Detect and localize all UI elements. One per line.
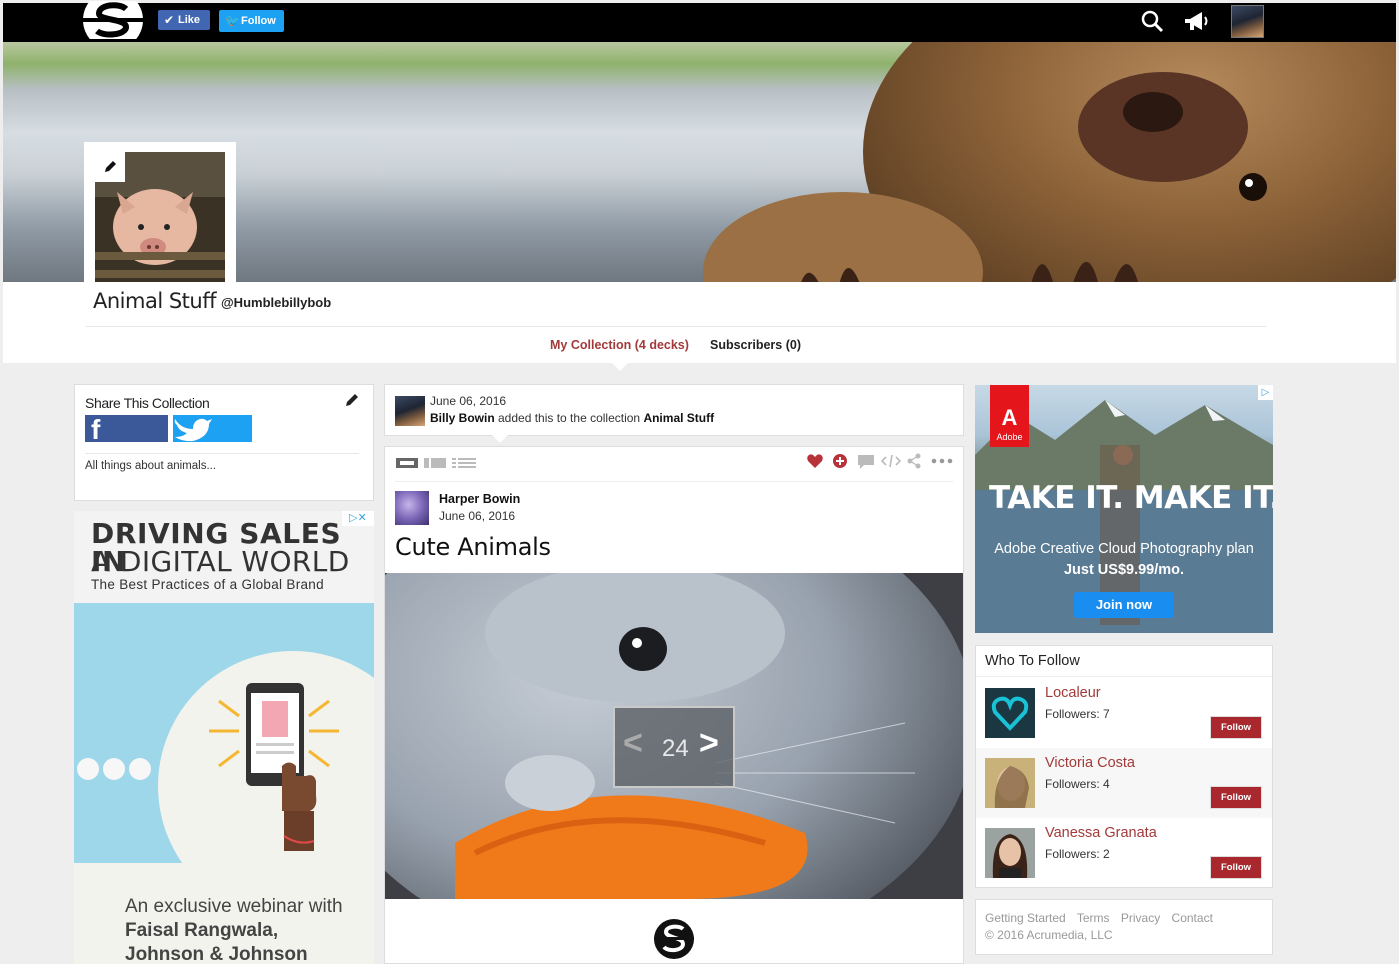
activity-card: [384, 384, 964, 436]
comment-icon: [858, 455, 874, 469]
search-icon[interactable]: [1140, 9, 1164, 33]
deck-actions[interactable]: [806, 452, 956, 470]
user-avatar[interactable]: [1231, 5, 1264, 38]
ad-headline: TAKE IT. MAKE IT.: [989, 480, 1273, 516]
facebook-share-button[interactable]: f: [85, 415, 168, 442]
footer-link-contact[interactable]: Contact: [1172, 911, 1213, 925]
facebook-like-button[interactable]: ✔ Like: [158, 10, 210, 30]
embed-icon: [880, 454, 902, 468]
footer-panel: [975, 899, 1273, 955]
follow-button[interactable]: Follow: [1210, 716, 1262, 739]
author-name[interactable]: Harper Bowin: [439, 492, 520, 506]
share-title: Share This Collection: [85, 395, 210, 411]
edit-cover-button[interactable]: [95, 152, 125, 182]
megaphone-icon[interactable]: [1182, 9, 1210, 33]
footer-links: Getting Started Terms Privacy Contact: [985, 911, 1221, 925]
ad-body-3: Johnson & Johnson: [125, 944, 308, 964]
heart-icon: [807, 454, 823, 468]
twitter-share-button[interactable]: [173, 415, 252, 442]
collection-description: All things about animals...: [85, 460, 217, 472]
footer-link-terms[interactable]: Terms: [1077, 911, 1110, 925]
adobe-brand: Adobe: [996, 432, 1023, 442]
divider: [86, 326, 1266, 327]
active-tab-indicator: [611, 362, 629, 371]
slide-pager: < 24 >: [613, 706, 735, 788]
sloth-photo: [703, 42, 1396, 282]
adobe-logo: A Adobe: [990, 385, 1029, 447]
advertisement-left[interactable]: DRIVING SALES IN A DIGITAL WORLD The Bes…: [74, 511, 374, 964]
actor-avatar[interactable]: [395, 396, 425, 426]
activity-pointer: [492, 435, 508, 443]
pencil-icon[interactable]: [344, 392, 360, 408]
share-icon: [907, 453, 921, 469]
phone-illustration: [209, 683, 339, 851]
adchoices-icon[interactable]: ▷✕: [342, 511, 374, 526]
ad-body-1: An exclusive webinar with: [125, 896, 343, 917]
actor-name[interactable]: Billy Bowin: [430, 411, 495, 425]
user-avatar[interactable]: [985, 688, 1035, 738]
deck-title[interactable]: Cute Animals: [395, 533, 551, 561]
view-mode-toggle[interactable]: [396, 456, 476, 470]
facebook-icon: f: [91, 415, 101, 442]
ad-subheadline: The Best Practices of a Global Brand: [91, 577, 324, 592]
author-avatar[interactable]: [395, 491, 429, 525]
user-avatar[interactable]: [985, 758, 1035, 808]
follower-count: Followers: 7: [1045, 707, 1110, 721]
divider: [976, 676, 1272, 677]
ad-line-2: Just US$9.99/mo.: [1063, 562, 1185, 578]
site-logo[interactable]: [82, 1, 144, 39]
adchoices-icon[interactable]: ▷: [1258, 385, 1273, 400]
footer-link-privacy[interactable]: Privacy: [1121, 911, 1160, 925]
activity-text: Billy Bowin added this to the collection…: [430, 411, 714, 425]
activity-date: June 06, 2016: [430, 394, 507, 408]
follow-button[interactable]: Follow: [1210, 856, 1262, 879]
pencil-icon: [105, 161, 116, 172]
twitter-follow-button[interactable]: 🐦 Follow: [219, 10, 284, 32]
divider: [85, 453, 359, 454]
who-to-follow-title: Who To Follow: [985, 653, 1080, 669]
user-avatar[interactable]: [985, 828, 1035, 878]
ad-line-1: Adobe Creative Cloud Photography plan: [994, 541, 1254, 557]
ad-body-2: Faisal Rangwala,: [125, 920, 279, 941]
check-icon: ✔: [164, 13, 175, 27]
advertisement-right[interactable]: A Adobe ▷ TAKE IT. MAKE IT. Adobe Creati…: [975, 385, 1273, 633]
slide-count: 24: [662, 735, 689, 762]
activity-action: added this to the collection: [494, 411, 644, 425]
ad-headline-2: A DIGITAL WORLD: [91, 545, 350, 578]
follow-label: Follow: [241, 15, 276, 27]
divider: [395, 481, 953, 482]
follow-suggestion: Vanessa Granata Followers: 2 Follow: [976, 818, 1272, 888]
tab-subscribers[interactable]: Subscribers (0): [710, 338, 801, 352]
next-slide-button[interactable]: >: [699, 724, 719, 763]
follow-suggestion: Localeur Followers: 7 Follow: [976, 678, 1272, 748]
like-label: Like: [178, 14, 201, 26]
suggested-user-name[interactable]: Victoria Costa: [1045, 755, 1135, 771]
tab-my-collection[interactable]: My Collection (4 decks): [550, 338, 689, 352]
deck-date: June 06, 2016: [439, 509, 516, 523]
copyright: © 2016 Acrumedia, LLC: [985, 928, 1113, 942]
follower-count: Followers: 2: [1045, 847, 1110, 861]
collection-handle[interactable]: @Humblebillybob: [221, 295, 331, 310]
adobe-a-icon: A: [1001, 405, 1018, 430]
follower-count: Followers: 4: [1045, 777, 1110, 791]
collection-title: Animal Stuff: [93, 289, 217, 313]
activity-collection-link[interactable]: Animal Stuff: [643, 411, 714, 425]
more-icon: [931, 458, 953, 464]
ad-join-button[interactable]: Join now: [1074, 592, 1174, 618]
suggested-user-name[interactable]: Vanessa Granata: [1045, 825, 1157, 841]
footer-link-getting-started[interactable]: Getting Started: [985, 911, 1066, 925]
suggested-user-name[interactable]: Localeur: [1045, 685, 1101, 701]
twitter-bird-icon: [174, 418, 212, 442]
ad-dots: [77, 758, 155, 785]
previous-slide-button[interactable]: <: [623, 724, 643, 763]
follow-suggestion: Victoria Costa Followers: 4 Follow: [976, 748, 1272, 818]
twitter-bird-icon: 🐦: [225, 14, 240, 28]
follow-button[interactable]: Follow: [1210, 786, 1262, 809]
site-logo: [654, 919, 694, 959]
